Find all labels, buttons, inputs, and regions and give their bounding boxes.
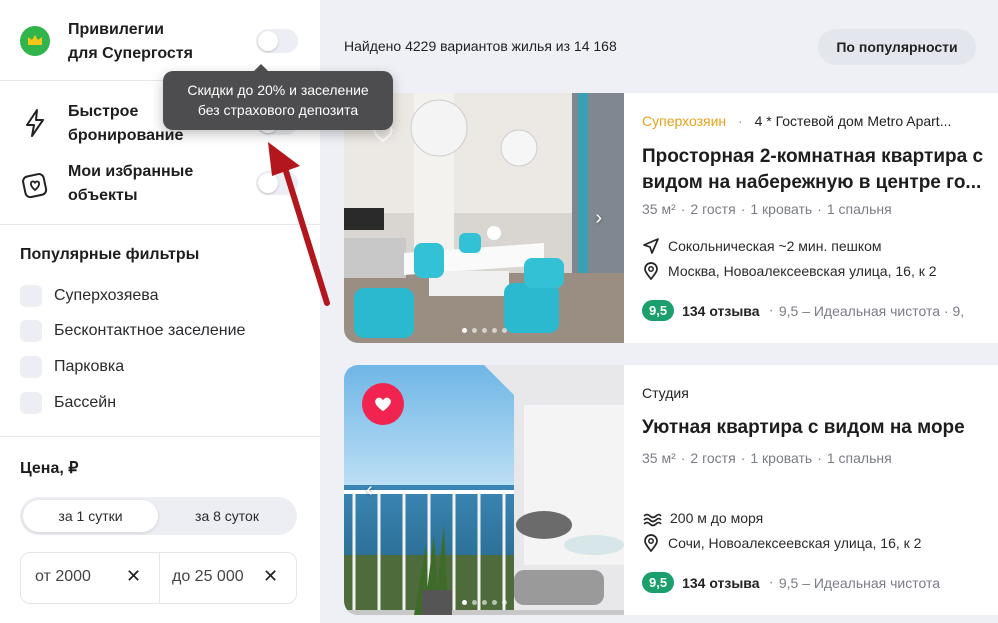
divider bbox=[0, 436, 320, 437]
price-title: Цена, ₽ bbox=[20, 460, 79, 477]
price-range: от 2000 ✕ до 25 000 ✕ bbox=[20, 552, 297, 604]
filter-label: Парковка bbox=[54, 358, 125, 375]
divider bbox=[159, 553, 160, 603]
favorite-heart-icon[interactable] bbox=[362, 383, 404, 425]
filter-contactless-checkin[interactable]: Бесконтактное заселение bbox=[20, 319, 245, 343]
superhost-badge: Суперхозяин bbox=[642, 113, 727, 129]
crown-icon bbox=[20, 26, 50, 56]
rating-row: 9,5 134 отзыва · 9,5 – Идеальная чистота… bbox=[642, 300, 964, 321]
lightning-icon bbox=[20, 108, 50, 138]
photo-pagination bbox=[344, 600, 624, 605]
checkbox[interactable] bbox=[20, 285, 42, 307]
favorites-switch[interactable] bbox=[256, 171, 298, 195]
checkbox[interactable] bbox=[20, 392, 42, 414]
listing-photo[interactable]: ‹ bbox=[344, 365, 624, 615]
favorites-heart-icon bbox=[20, 170, 50, 200]
next-photo-icon[interactable]: › bbox=[595, 207, 602, 230]
property-name[interactable]: 4 * Гостевой дом Metro Apart... bbox=[755, 113, 952, 129]
filter-label: Бесконтактное заселение bbox=[54, 322, 246, 339]
superguest-label: Привилегии для Супергостя bbox=[68, 21, 193, 62]
superhost-line: Суперхозяин · 4 * Гостевой дом Metro Apa… bbox=[642, 113, 952, 129]
waves-icon bbox=[643, 513, 662, 527]
listing-card[interactable]: › Суперхозяин · 4 * Гостевой дом Metro A… bbox=[344, 93, 998, 343]
period-1-night-button[interactable]: за 1 сутки bbox=[23, 500, 158, 532]
listing-specs: 35 м² · 2 гостя · 1 кровать · 1 спальня bbox=[642, 201, 892, 217]
price-to-input[interactable]: до 25 000 bbox=[172, 568, 244, 586]
distance-to-sea-line: 200 м до моря bbox=[642, 509, 763, 527]
address-line: Москва, Новоалексеевская улица, 16, к 2 bbox=[642, 262, 937, 280]
popular-filters-title: Популярные фильтры bbox=[20, 246, 200, 263]
filter-label: Бассейн bbox=[54, 394, 117, 411]
address-line: Сочи, Новоалексеевская улица, 16, к 2 bbox=[642, 534, 921, 552]
location-pin-icon bbox=[644, 534, 658, 552]
listing-photo[interactable]: › bbox=[344, 93, 624, 343]
results-count: Найдено 4229 вариантов жилья из 14 168 bbox=[344, 38, 617, 54]
rating-row: 9,5 134 отзыва · 9,5 – Идеальная чистота bbox=[642, 572, 940, 593]
location-pin-icon bbox=[644, 262, 658, 280]
divider bbox=[0, 224, 320, 225]
favorites-toggle-row[interactable]: Мои избранные объекты bbox=[0, 154, 320, 224]
listing-card[interactable]: ‹ Студия Уютная квартира с видом на море… bbox=[344, 365, 998, 615]
cleanliness-rating: 9,5 – Идеальная чистота bbox=[778, 574, 941, 591]
rating-badge: 9,5 bbox=[642, 300, 675, 321]
photo-pagination bbox=[344, 328, 624, 333]
superguest-switch[interactable] bbox=[256, 29, 298, 53]
cleanliness-rating: 9,5 – Идеальная чистота · 9, bbox=[778, 302, 965, 319]
checkbox[interactable] bbox=[20, 320, 42, 342]
previous-photo-icon[interactable]: ‹ bbox=[366, 479, 373, 502]
checkbox[interactable] bbox=[20, 356, 42, 378]
price-period-switch: за 1 сутки за 8 суток bbox=[20, 497, 297, 535]
price-from-input[interactable]: от 2000 bbox=[35, 568, 91, 586]
metro-line: Сокольническая ~2 мин. пешком bbox=[642, 237, 882, 255]
clear-price-to-icon[interactable]: ✕ bbox=[263, 566, 278, 587]
filter-superhosts[interactable]: Суперхозяева bbox=[20, 284, 159, 308]
reviews-link[interactable]: 134 отзыва bbox=[682, 575, 759, 591]
filter-label: Суперхозяева bbox=[54, 287, 159, 304]
filter-parking[interactable]: Парковка bbox=[20, 355, 124, 379]
listing-title[interactable]: Уютная квартира с видом на море bbox=[642, 415, 998, 441]
superguest-tooltip: Скидки до 20% и заселение без страхового… bbox=[163, 64, 393, 130]
sort-button[interactable]: По популярности bbox=[818, 29, 976, 65]
listing-specs: 35 м² · 2 гостя · 1 кровать · 1 спальня bbox=[642, 450, 892, 466]
filter-pool[interactable]: Бассейн bbox=[20, 391, 116, 415]
listing-title[interactable]: Просторная 2-комнатная квартира с видом … bbox=[642, 144, 998, 196]
period-8-nights-button[interactable]: за 8 суток bbox=[160, 500, 294, 532]
clear-price-from-icon[interactable]: ✕ bbox=[126, 566, 141, 587]
favorites-label: Мои избранные объекты bbox=[68, 163, 194, 204]
reviews-link[interactable]: 134 отзыва bbox=[682, 303, 759, 319]
navigation-arrow-icon bbox=[643, 238, 659, 254]
rating-badge: 9,5 bbox=[642, 572, 675, 593]
property-type: Студия bbox=[642, 385, 689, 401]
superguest-toggle-row[interactable]: Привилегии для Супергостя bbox=[0, 0, 320, 80]
